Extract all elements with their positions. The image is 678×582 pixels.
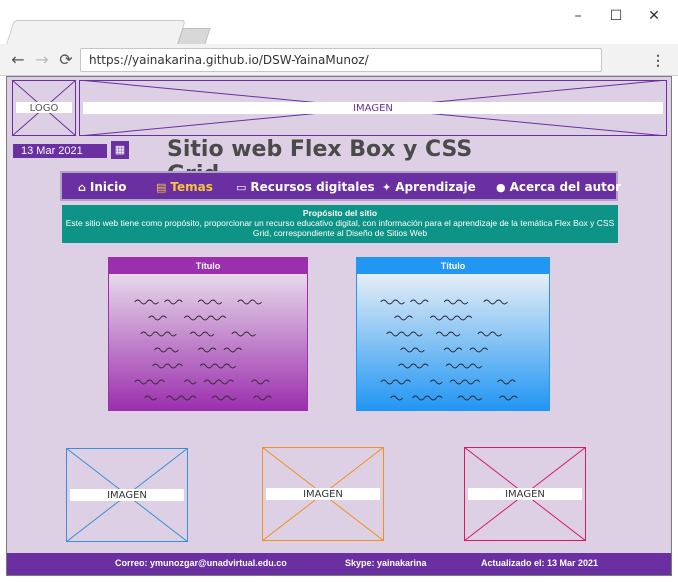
nav-item-label: Inicio xyxy=(89,180,127,194)
nav-item-label: Temas xyxy=(170,180,213,194)
address-bar[interactable]: https://yainakarina.github.io/DSW-YainaM… xyxy=(80,48,602,72)
footer-updated: Actualizado el: 13 Mar 2021 xyxy=(481,558,599,568)
banner-placeholder: IMAGEN xyxy=(79,80,667,136)
purpose-title: Propósito del sitio xyxy=(302,208,378,218)
image-placeholder: IMAGEN xyxy=(464,447,586,541)
purpose-section: Propósito del sitio Este sitio web tiene… xyxy=(62,205,618,243)
close-icon[interactable]: ✕ xyxy=(642,6,666,26)
footer-email[interactable]: Correo: ymunozgar@unadvirtual.edu.co xyxy=(115,558,287,568)
nav-item-label: Acerca del autor xyxy=(509,180,622,194)
logo-placeholder: LOGO xyxy=(12,80,76,136)
page-footer: Correo: ymunozgar@unadvirtual.edu.co Sky… xyxy=(7,553,671,575)
book-icon: ▤ xyxy=(156,180,167,194)
card-body xyxy=(109,274,307,410)
reload-icon[interactable]: ⟳ xyxy=(56,50,76,70)
card-title: Título xyxy=(109,258,307,274)
scribble-text-icon xyxy=(134,299,272,401)
card-body xyxy=(357,274,549,410)
maximize-icon[interactable]: ☐ xyxy=(604,6,628,26)
nav-item-aprendizaje[interactable]: ✦ Aprendizaje xyxy=(382,180,476,194)
minimize-icon[interactable]: – xyxy=(566,6,590,26)
menu-icon[interactable]: ⋮ xyxy=(650,50,666,70)
browser-titlebar: – ☐ ✕ xyxy=(0,0,678,44)
content-card: Título xyxy=(108,257,308,411)
nav-item-label: Aprendizaje xyxy=(395,180,476,194)
calendar-icon[interactable]: ▦ xyxy=(111,141,129,159)
card-title: Título xyxy=(357,258,549,274)
nav-item-temas[interactable]: ▤ Temas xyxy=(156,180,213,194)
image-placeholder: IMAGEN xyxy=(262,447,384,541)
scribble-text-icon xyxy=(380,299,518,401)
nav-item-label: Recursos digitales xyxy=(250,180,375,194)
browser-toolbar: ← → ⟳ https://yainakarina.github.io/DSW-… xyxy=(0,44,678,76)
home-icon: ⌂ xyxy=(78,180,86,194)
comment-icon: ● xyxy=(496,180,506,194)
image-placeholder: IMAGEN xyxy=(66,448,188,542)
image-label: IMAGEN xyxy=(505,489,545,500)
banner-label: IMAGEN xyxy=(353,103,393,114)
graduation-cap-icon: ✦ xyxy=(382,180,392,194)
image-label: IMAGEN xyxy=(303,489,343,500)
date-display: 13 Mar 2021 xyxy=(13,144,107,158)
image-label: IMAGEN xyxy=(107,490,147,501)
page-viewport: LOGO IMAGEN 13 Mar 2021 ▦ Sitio web Flex… xyxy=(6,76,672,576)
nav-item-acerca[interactable]: ● Acerca del autor xyxy=(496,180,621,194)
forward-icon[interactable]: → xyxy=(32,50,52,70)
new-tab-button[interactable] xyxy=(177,28,211,44)
nav-item-recursos[interactable]: ▭ Recursos digitales xyxy=(236,180,375,194)
back-icon[interactable]: ← xyxy=(8,50,28,70)
logo-label: LOGO xyxy=(29,103,59,114)
footer-skype: Skype: yainakarina xyxy=(345,558,427,568)
content-card: Título xyxy=(356,257,550,411)
nav-item-inicio[interactable]: ⌂ Inicio xyxy=(78,180,126,194)
browser-tab[interactable] xyxy=(6,20,186,44)
main-nav: ⌂ Inicio ▤ Temas ▭ Recursos digitales ✦ … xyxy=(60,171,621,201)
purpose-text: Este sitio web tiene como propósito, pro… xyxy=(65,218,615,238)
monitor-icon: ▭ xyxy=(236,180,247,194)
